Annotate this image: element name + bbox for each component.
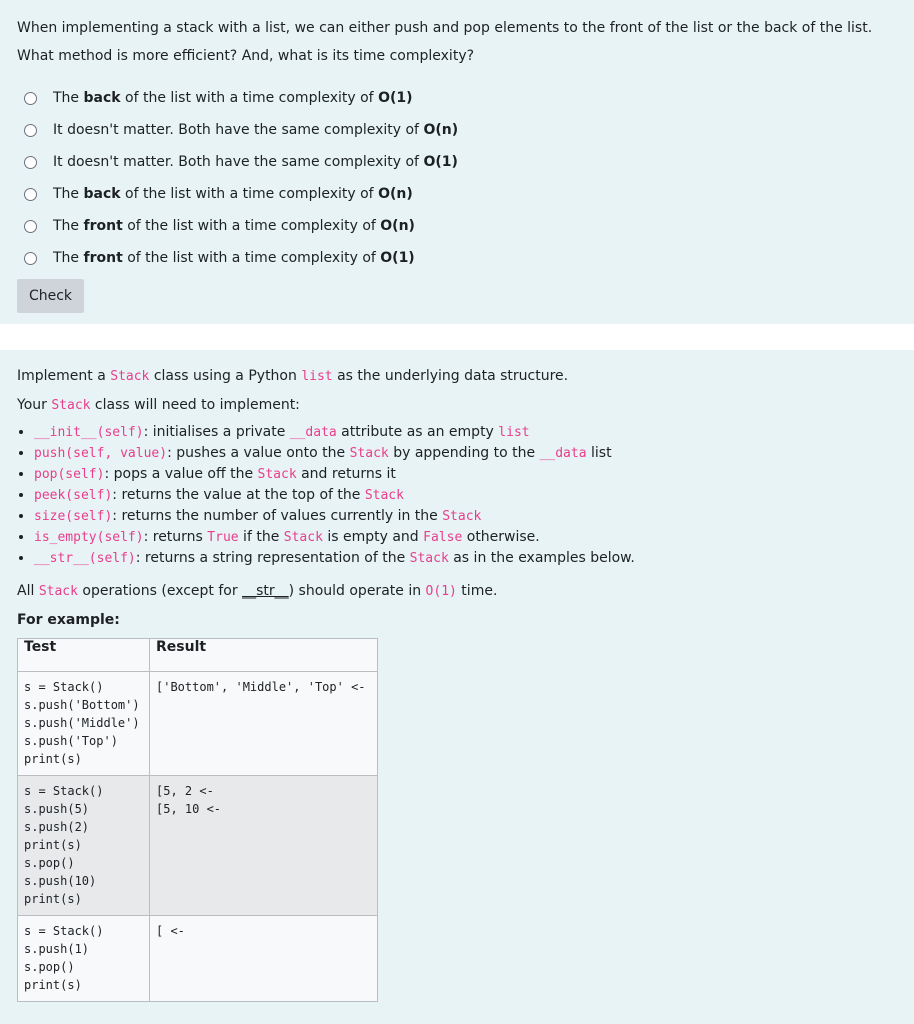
radio-circle-icon[interactable]: [24, 91, 37, 105]
operations-complexity-note: All Stack operations (except for __str__…: [17, 583, 498, 599]
test-cell: s = Stack() s.push(1) s.pop() print(s): [17, 915, 150, 1002]
method-requirement-item: push(self, value): pushes a value onto t…: [34, 443, 897, 464]
answer-option-label: The front of the list with a time comple…: [53, 250, 415, 266]
column-header-result: Result: [149, 638, 378, 672]
radio-circle-icon[interactable]: [24, 123, 37, 137]
test-cell: s = Stack() s.push('Bottom') s.push('Mid…: [17, 671, 150, 776]
answer-option-label: It doesn't matter. Both have the same co…: [53, 154, 458, 170]
column-header-test: Test: [17, 638, 150, 672]
result-cell: [ <-: [149, 915, 378, 1002]
radio-circle-icon[interactable]: [24, 187, 37, 201]
question-1-prompt-line-1: When implementing a stack with a list, w…: [17, 20, 873, 36]
answer-option-label: The front of the list with a time comple…: [53, 218, 415, 234]
method-requirement-item: __init__(self): initialises a private __…: [34, 422, 897, 443]
question-1-prompt-line-2: What method is more efficient? And, what…: [17, 48, 475, 64]
result-cell: [5, 2 <- [5, 10 <-: [149, 775, 378, 916]
question-2-panel: Implement a Stack class using a Python l…: [0, 350, 914, 1024]
question-1-panel: When implementing a stack with a list, w…: [0, 0, 914, 324]
answer-options: The back of the list with a time complex…: [17, 82, 897, 274]
answer-option-5[interactable]: The front of the list with a time comple…: [17, 210, 897, 242]
answer-option-label: The back of the list with a time complex…: [53, 186, 413, 202]
table-header-row: Test Result: [17, 638, 378, 672]
answer-option-label: The back of the list with a time complex…: [53, 90, 413, 106]
method-requirement-item: peek(self): returns the value at the top…: [34, 485, 897, 506]
radio-circle-icon[interactable]: [24, 219, 37, 233]
answer-option-1[interactable]: The back of the list with a time complex…: [17, 82, 897, 114]
method-requirement-item: __str__(self): returns a string represen…: [34, 548, 897, 569]
radio-circle-icon[interactable]: [24, 155, 37, 169]
answer-option-3[interactable]: It doesn't matter. Both have the same co…: [17, 146, 897, 178]
table-row: s = Stack() s.push(5) s.push(2) print(s)…: [17, 775, 378, 916]
examples-table: Test Result s = Stack() s.push('Bottom')…: [17, 638, 378, 1002]
for-example-heading: For example:: [17, 612, 120, 628]
question-2-intro: Implement a Stack class using a Python l…: [17, 368, 569, 384]
table-row: s = Stack() s.push('Bottom') s.push('Mid…: [17, 671, 378, 776]
method-requirements-list: __init__(self): initialises a private __…: [17, 422, 897, 569]
radio-circle-icon[interactable]: [24, 251, 37, 265]
check-button[interactable]: Check: [17, 279, 84, 313]
answer-option-label: It doesn't matter. Both have the same co…: [53, 122, 459, 138]
test-cell: s = Stack() s.push(5) s.push(2) print(s)…: [17, 775, 150, 916]
result-cell: ['Bottom', 'Middle', 'Top' <-: [149, 671, 378, 776]
answer-option-4[interactable]: The back of the list with a time complex…: [17, 178, 897, 210]
question-2-requirements-intro: Your Stack class will need to implement:: [17, 397, 300, 413]
method-requirement-item: is_empty(self): returns True if the Stac…: [34, 527, 897, 548]
method-requirement-item: pop(self): pops a value off the Stack an…: [34, 464, 897, 485]
table-row: s = Stack() s.push(1) s.pop() print(s) […: [17, 915, 378, 1002]
answer-option-6[interactable]: The front of the list with a time comple…: [17, 242, 897, 274]
method-requirement-item: size(self): returns the number of values…: [34, 506, 897, 527]
answer-option-2[interactable]: It doesn't matter. Both have the same co…: [17, 114, 897, 146]
